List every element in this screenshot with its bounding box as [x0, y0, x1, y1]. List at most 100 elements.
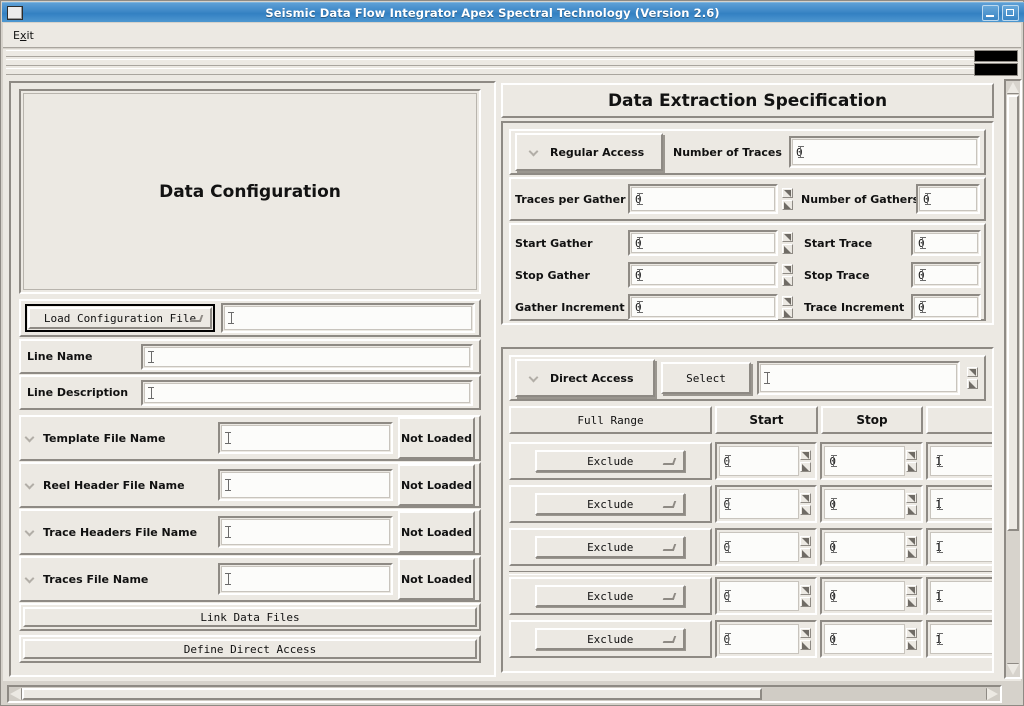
start-trace-input[interactable]: 0: [911, 230, 981, 256]
scroll-left-button[interactable]: [10, 688, 22, 700]
stepper-down-icon[interactable]: [782, 276, 793, 286]
chevron-down-icon[interactable]: [25, 528, 38, 537]
chevron-down-icon[interactable]: [25, 434, 38, 443]
row-increment-input[interactable]: 1: [926, 485, 992, 523]
load-configuration-file-field[interactable]: [221, 303, 475, 333]
row-increment-input[interactable]: 1: [926, 442, 992, 480]
row-increment-input[interactable]: 1: [926, 577, 992, 615]
stepper-up-icon[interactable]: [800, 628, 812, 638]
row-stop-stepper[interactable]: [906, 493, 919, 515]
row-stop-input[interactable]: 0: [820, 528, 924, 566]
define-direct-access-button[interactable]: Define Direct Access: [23, 639, 477, 659]
menu-item-exit[interactable]: Exit: [3, 27, 42, 44]
reel-header-file-input[interactable]: [218, 469, 393, 501]
stepper-down-icon[interactable]: [906, 548, 918, 558]
direct-access-toggle[interactable]: Direct Access: [515, 359, 655, 397]
traces-per-gather-stepper[interactable]: [782, 188, 795, 210]
exclude-dropdown[interactable]: Exclude: [535, 493, 686, 515]
traces-file-input[interactable]: [218, 563, 393, 595]
stepper-up-icon[interactable]: [800, 493, 812, 503]
stepper-up-icon[interactable]: [782, 264, 793, 274]
stepper-up-icon[interactable]: [800, 536, 812, 546]
stop-gather-input[interactable]: 0: [628, 262, 778, 288]
row-stop-input[interactable]: 0: [820, 442, 924, 480]
direct-access-select-button[interactable]: Select: [661, 362, 751, 394]
trace-headers-file-input[interactable]: [218, 516, 393, 548]
vertical-scrollbar[interactable]: [1004, 79, 1022, 679]
direct-access-select-stepper[interactable]: [967, 367, 980, 389]
exclude-dropdown[interactable]: Exclude: [535, 585, 686, 607]
exclude-dropdown[interactable]: Exclude: [535, 628, 686, 650]
row-start-input[interactable]: 0: [714, 577, 818, 615]
stop-trace-input[interactable]: 0: [911, 262, 981, 288]
number-of-gathers-input[interactable]: 0: [916, 184, 980, 214]
stepper-up-icon[interactable]: [800, 585, 812, 595]
gather-increment-input[interactable]: 0: [628, 294, 778, 320]
chevron-down-icon[interactable]: [25, 575, 38, 584]
row-start-input[interactable]: 0: [714, 485, 818, 523]
stepper-down-icon[interactable]: [800, 548, 812, 558]
stepper-down-icon[interactable]: [800, 640, 812, 650]
row-stop-input[interactable]: 0: [820, 577, 924, 615]
trace-increment-input[interactable]: 0: [911, 294, 981, 320]
stepper-up-icon[interactable]: [800, 450, 812, 460]
row-stop-stepper[interactable]: [906, 628, 919, 650]
row-start-stepper[interactable]: [800, 450, 813, 472]
stepper-down-icon[interactable]: [967, 379, 978, 389]
row-start-stepper[interactable]: [800, 536, 813, 558]
stepper-down-icon[interactable]: [906, 640, 918, 650]
header-full-range[interactable]: Full Range: [509, 406, 713, 434]
line-description-input[interactable]: [141, 379, 473, 406]
stepper-up-icon[interactable]: [906, 493, 918, 503]
scroll-up-button[interactable]: [1007, 82, 1019, 94]
row-stop-stepper[interactable]: [906, 536, 919, 558]
number-of-traces-input[interactable]: 0: [789, 136, 980, 168]
row-stop-stepper[interactable]: [906, 450, 919, 472]
stepper-up-icon[interactable]: [782, 232, 793, 242]
chevron-down-icon[interactable]: [25, 481, 38, 490]
row-start-stepper[interactable]: [800, 585, 813, 607]
row-start-stepper[interactable]: [800, 628, 813, 650]
vertical-scrollbar-thumb[interactable]: [1007, 95, 1019, 531]
stop-gather-stepper[interactable]: [782, 264, 795, 286]
stepper-up-icon[interactable]: [782, 296, 793, 306]
row-start-input[interactable]: 0: [714, 442, 818, 480]
stepper-up-icon[interactable]: [906, 536, 918, 546]
line-name-input[interactable]: [141, 343, 473, 370]
template-file-input[interactable]: [218, 422, 393, 454]
stepper-down-icon[interactable]: [800, 505, 812, 515]
scroll-down-button[interactable]: [1007, 664, 1019, 676]
row-increment-input[interactable]: 1: [926, 620, 992, 658]
start-gather-input[interactable]: 0: [628, 230, 778, 256]
scroll-right-button[interactable]: [987, 688, 999, 700]
start-gather-stepper[interactable]: [782, 232, 795, 254]
horizontal-scrollbar-thumb[interactable]: [22, 688, 762, 700]
row-stop-input[interactable]: 0: [820, 620, 924, 658]
stepper-up-icon[interactable]: [906, 450, 918, 460]
horizontal-scrollbar[interactable]: [7, 685, 1002, 703]
stepper-down-icon[interactable]: [800, 462, 812, 472]
stepper-down-icon[interactable]: [782, 244, 793, 254]
exclude-dropdown[interactable]: Exclude: [535, 536, 686, 558]
row-stop-stepper[interactable]: [906, 585, 919, 607]
stepper-down-icon[interactable]: [800, 597, 812, 607]
row-stop-input[interactable]: 0: [820, 485, 924, 523]
stepper-down-icon[interactable]: [782, 308, 793, 318]
maximize-button[interactable]: [1002, 4, 1019, 21]
stepper-down-icon[interactable]: [906, 597, 918, 607]
regular-access-toggle[interactable]: Regular Access: [515, 133, 663, 171]
row-start-input[interactable]: 0: [714, 620, 818, 658]
stepper-up-icon[interactable]: [906, 585, 918, 595]
minimize-button[interactable]: [982, 4, 999, 21]
stepper-up-icon[interactable]: [967, 367, 978, 377]
gather-increment-stepper[interactable]: [782, 296, 795, 318]
stepper-down-icon[interactable]: [906, 462, 918, 472]
stepper-down-icon[interactable]: [782, 200, 793, 210]
exclude-dropdown[interactable]: Exclude: [535, 450, 686, 472]
load-configuration-file-button[interactable]: Load Configuration File: [25, 304, 215, 332]
row-increment-input[interactable]: 1: [926, 528, 992, 566]
direct-access-select-field[interactable]: [757, 361, 960, 395]
row-start-input[interactable]: 0: [714, 528, 818, 566]
stepper-up-icon[interactable]: [906, 628, 918, 638]
traces-per-gather-input[interactable]: 0: [628, 184, 778, 214]
